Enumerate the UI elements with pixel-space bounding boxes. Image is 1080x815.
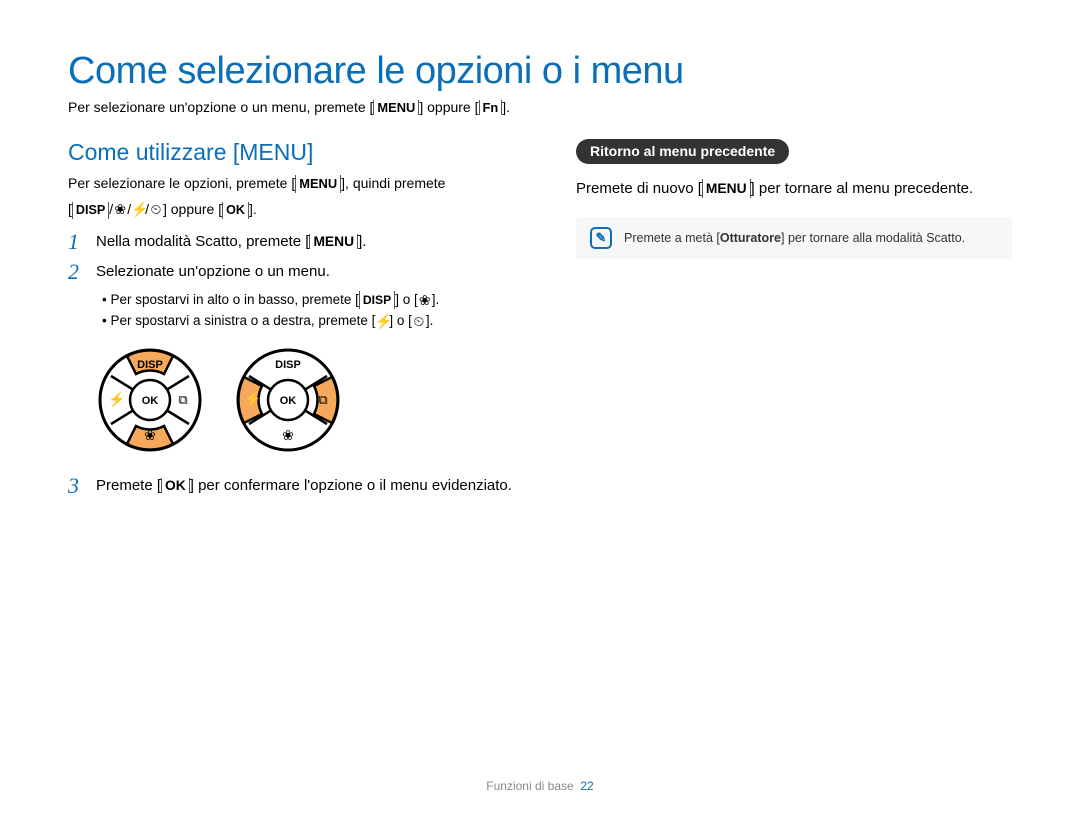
instruction-line-1: Per selezionare le opzioni, premete [MEN… — [68, 174, 528, 194]
svg-text:⧉: ⧉ — [178, 392, 187, 407]
right-column: Ritorno al menu precedente Premete di nu… — [576, 139, 1012, 504]
step-number: 1 — [68, 230, 86, 254]
bullet-item: Per spostarvi in alto o in basso, premet… — [102, 290, 528, 311]
note-text: Premete a metà [Otturatore] per tornare … — [624, 231, 965, 245]
intro-line: Per selezionare un'opzione o un menu, pr… — [68, 99, 1012, 115]
menu-key: MENU — [309, 234, 358, 249]
instruction-line-2: [DISP/❀/⚡/⏲] oppure [OK]. — [68, 200, 528, 220]
menu-key: MENU — [702, 179, 751, 198]
step-number: 3 — [68, 474, 86, 498]
step-2-row: 2 Selezionate un'opzione o un menu. — [68, 260, 528, 284]
section-heading: Come utilizzare [MENU] — [68, 139, 528, 166]
dial-horizontal: DISP OK ⚡ ⧉ ❀ — [234, 346, 342, 454]
svg-text:OK: OK — [280, 395, 297, 407]
fn-key: Fn — [479, 100, 503, 115]
bullet-item: Per spostarvi a sinistra o a destra, pre… — [102, 311, 528, 332]
menu-key: MENU — [295, 175, 341, 193]
page-title: Come selezionare le opzioni o i menu — [68, 50, 1012, 93]
bullet-list: Per spostarvi in alto o in basso, premet… — [102, 290, 528, 332]
left-column: Come utilizzare [MENU] Per selezionare l… — [68, 139, 528, 504]
timer-icon: ⏲ — [149, 200, 163, 220]
macro-icon: ❀ — [113, 200, 127, 220]
dial-vertical: DISP OK ⚡ ⧉ ❀ — [96, 346, 204, 454]
macro-icon: ❀ — [418, 290, 432, 311]
svg-text:DISP: DISP — [275, 359, 301, 371]
step-number: 2 — [68, 260, 86, 284]
menu-key: MENU — [373, 100, 419, 115]
svg-text:❀: ❀ — [144, 427, 156, 443]
page-footer: Funzioni di base 22 — [0, 779, 1080, 793]
dial-illustrations: DISP OK ⚡ ⧉ ❀ — [96, 346, 528, 454]
timer-icon: ⏲ — [412, 311, 426, 332]
return-instruction: Premete di nuovo [MENU] per tornare al m… — [576, 178, 1012, 199]
svg-text:⚡: ⚡ — [108, 391, 125, 408]
subsection-pill: Ritorno al menu precedente — [576, 139, 789, 164]
note-icon: ✎ — [590, 227, 612, 249]
flash-icon: ⚡ — [131, 200, 145, 220]
step-3-row: 3 Premete [OK] per confermare l'opzione … — [68, 474, 528, 498]
step-1-row: 1 Nella modalità Scatto, premete [MENU]. — [68, 230, 528, 254]
svg-text:DISP: DISP — [137, 359, 163, 371]
disp-key: DISP — [72, 202, 109, 220]
ok-key: OK — [222, 202, 249, 220]
ok-key: OK — [161, 478, 190, 493]
svg-text:OK: OK — [142, 395, 159, 407]
svg-text:❀: ❀ — [282, 427, 294, 443]
flash-icon: ⚡ — [375, 311, 389, 332]
svg-text:⚡: ⚡ — [244, 391, 261, 408]
disp-key: DISP — [359, 291, 395, 309]
note-box: ✎ Premete a metà [Otturatore] per tornar… — [576, 217, 1012, 259]
svg-text:⧉: ⧉ — [318, 392, 327, 407]
